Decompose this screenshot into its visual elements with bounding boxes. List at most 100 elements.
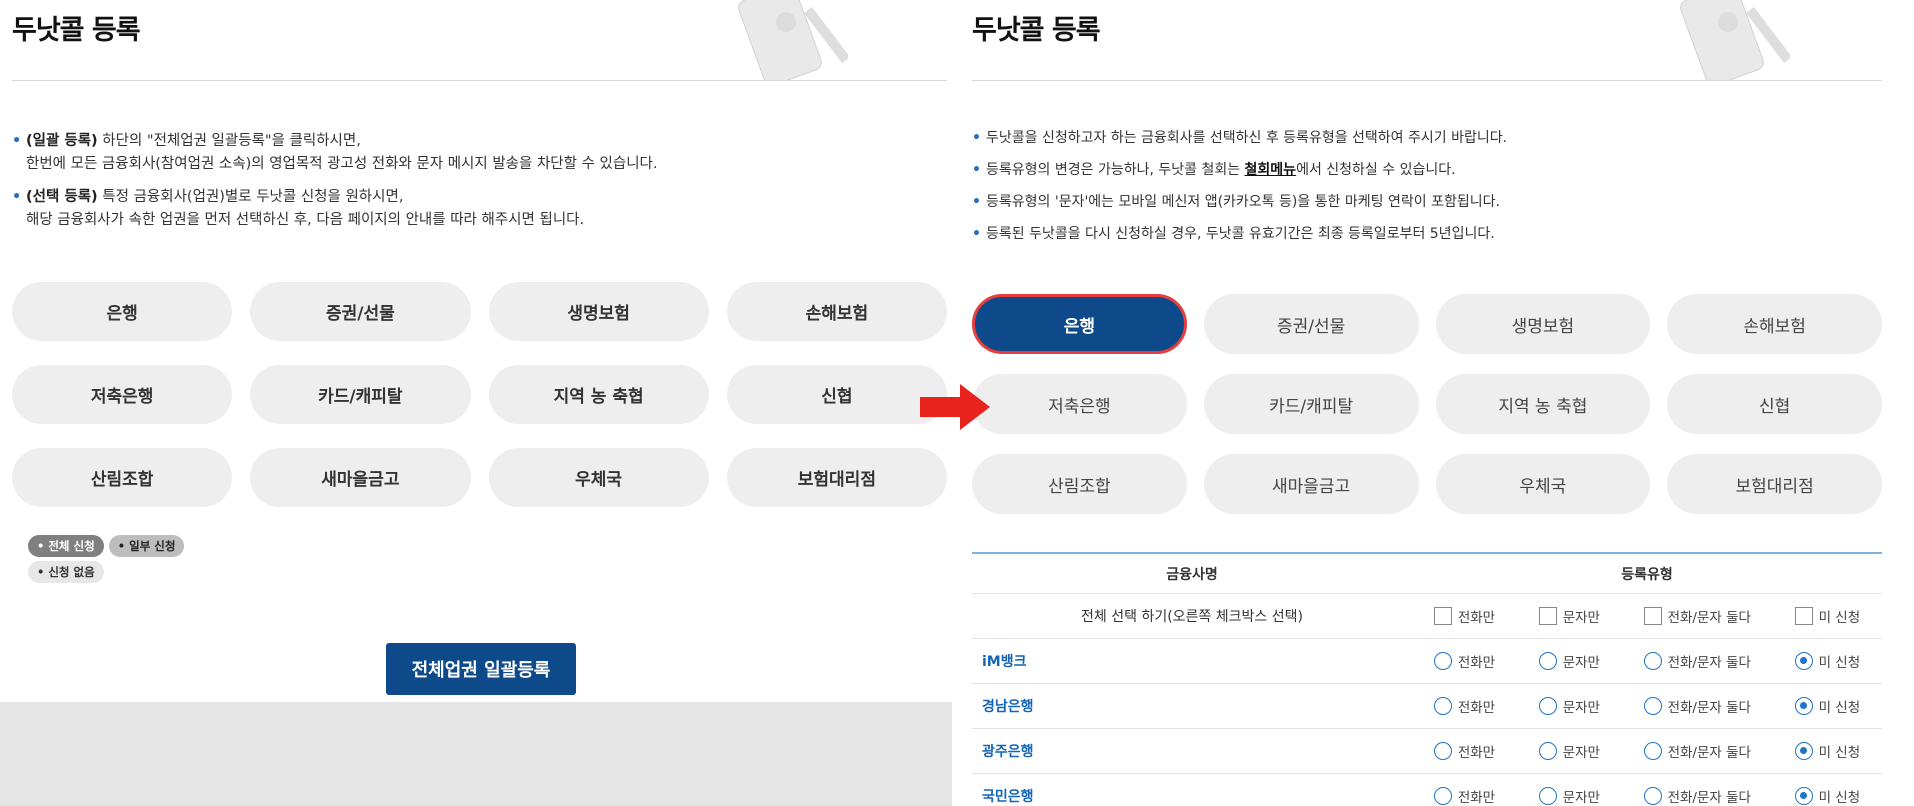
option-label: 미 신청	[1818, 790, 1861, 806]
phone-hand-illustration	[738, 0, 848, 80]
registration-type-radio[interactable]: 문자만	[1538, 786, 1600, 806]
select-all-row: 전체 선택 하기(오른쪽 체크박스 선택) 전화만 문자만 전화/문자 둘다 미…	[972, 594, 1882, 639]
category-button-card-capital[interactable]: 카드/캐피탈	[1203, 374, 1419, 434]
registration-type-radio[interactable]: 문자만	[1538, 741, 1600, 761]
registration-type-radio[interactable]: 문자만	[1538, 651, 1600, 671]
table-row: 광주은행 전화만 문자만 전화/문자 둘다 미 신청	[972, 729, 1882, 774]
bank-name-link[interactable]: 경남은행	[972, 696, 1412, 716]
instruction-text: 두낫콜을 신청하고자 하는 금융회사를 선택하신 후 등록유형을 선택하여 주시…	[986, 130, 1508, 146]
select-all-sms-checkbox[interactable]: 문자만	[1538, 606, 1600, 626]
category-button-savings-bank[interactable]: 저축은행	[12, 365, 233, 424]
table-row: 국민은행 전화만 문자만 전화/문자 둘다 미 신청	[972, 774, 1882, 806]
bank-name-link[interactable]: 국민은행	[972, 786, 1412, 806]
category-button-bank[interactable]: 은행	[12, 282, 233, 341]
page-title: 두낫콜 등록	[972, 15, 1101, 46]
instruction-text: 하단의 "전체업권 일괄등록"을 클릭하시면,	[97, 133, 361, 149]
radio-icon	[1433, 652, 1452, 670]
right-panel: 두낫콜 등록 두낫콜을 신청하고자 하는 금융회사를 선택하신 후 등록유형을 …	[970, 0, 1914, 806]
registration-type-radio[interactable]: 전화/문자 둘다	[1643, 741, 1751, 761]
checkbox-icon	[1794, 607, 1813, 625]
registration-type-radio[interactable]: 미 신청	[1794, 651, 1860, 671]
category-button-insurance-agency[interactable]: 보험대리점	[726, 448, 947, 507]
checkbox-icon	[1433, 607, 1452, 625]
legend-all-applied: • 전체 신청	[28, 535, 104, 557]
category-button-life-insurance[interactable]: 생명보험	[488, 282, 709, 341]
instruction-bold: (선택 등록)	[26, 189, 98, 205]
category-button-securities[interactable]: 증권/선물	[1203, 294, 1419, 354]
category-button-bank[interactable]: 은행	[972, 294, 1187, 354]
instruction-text: 특정 금융회사(업권)별로 두낫콜 신청을 원하시면,	[97, 189, 404, 205]
option-label: 전화만	[1457, 745, 1496, 761]
instruction-item: 등록유형의 변경은 가능하나, 두낫콜 철회는 철회메뉴에서 신청하실 수 있습…	[972, 160, 1507, 180]
category-button-securities[interactable]: 증권/선물	[250, 282, 471, 341]
bank-name-link[interactable]: iM뱅크	[972, 651, 1412, 671]
header-divider	[12, 80, 947, 81]
option-label: 전화/문자 둘다	[1667, 790, 1751, 806]
registration-type-radio[interactable]: 미 신청	[1794, 786, 1861, 806]
category-button-forestry[interactable]: 산림조합	[972, 454, 1187, 514]
registration-type-radio[interactable]: 전화/문자 둘다	[1643, 786, 1751, 806]
instruction-text: 등록유형의 변경은 가능하나, 두낫콜 철회는	[986, 162, 1245, 178]
category-button-credit-union[interactable]: 신협	[1667, 374, 1882, 434]
radio-icon	[1538, 652, 1557, 670]
radio-icon	[1538, 742, 1557, 760]
instruction-text: 등록된 두낫콜을 다시 신청하실 경우, 두낫콜 유효기간은 최종 등록일로부터…	[986, 226, 1495, 242]
arrow-right-icon	[920, 384, 990, 430]
category-button-card-capital[interactable]: 카드/캐피탈	[250, 365, 471, 424]
instruction-text: 등록유형의 '문자'에는 모바일 메신저 앱(카카오톡 등)을 통한 마케팅 연…	[986, 194, 1500, 210]
registration-type-radio[interactable]: 전화만	[1433, 696, 1495, 716]
withdraw-menu-link[interactable]: 철회메뉴	[1245, 162, 1297, 178]
category-button-nonghyup[interactable]: 지역 농 축협	[1435, 374, 1651, 434]
registration-type-radio[interactable]: 전화만	[1433, 651, 1496, 671]
bulk-register-button[interactable]: 전체업권 일괄등록	[386, 643, 576, 695]
registration-type-radio[interactable]: 미 신청	[1794, 741, 1861, 761]
instruction-subtext: 한번에 모든 금융회사(참여업권 소속)의 영업목적 광고성 전화와 문자 메시…	[26, 156, 658, 172]
option-label: 전화만	[1457, 655, 1496, 671]
radio-icon	[1643, 742, 1662, 760]
instruction-subtext: 해당 금융회사가 속한 업권을 먼저 선택하신 후, 다음 페이지의 안내를 따…	[26, 212, 585, 228]
category-button-non-life-insurance[interactable]: 손해보험	[1667, 294, 1882, 354]
registration-type-options: 전화만 문자만 전화/문자 둘다 미 신청	[1412, 741, 1882, 761]
category-button-insurance-agency[interactable]: 보험대리점	[1667, 454, 1882, 514]
registration-type-radio[interactable]: 미 신청	[1794, 696, 1860, 716]
category-button-post-office[interactable]: 우체국	[488, 448, 709, 507]
category-button-credit-union[interactable]: 신협	[726, 365, 947, 424]
select-all-options: 전화만 문자만 전화/문자 둘다 미 신청	[1412, 606, 1882, 626]
category-button-life-insurance[interactable]: 생명보험	[1435, 294, 1651, 354]
option-label: 문자만	[1562, 655, 1600, 671]
select-all-both-checkbox[interactable]: 전화/문자 둘다	[1643, 606, 1751, 626]
radio-icon	[1538, 787, 1557, 805]
instructions-list: 두낫콜을 신청하고자 하는 금융회사를 선택하신 후 등록유형을 선택하여 주시…	[972, 128, 1507, 256]
bank-name-link[interactable]: 광주은행	[972, 741, 1412, 761]
category-button-nonghyup[interactable]: 지역 농 축협	[488, 365, 709, 424]
option-label: 미 신청	[1818, 745, 1861, 761]
select-all-none-checkbox[interactable]: 미 신청	[1794, 606, 1860, 626]
category-button-saemaul[interactable]: 새마을금고	[1203, 454, 1419, 514]
registration-type-radio[interactable]: 전화만	[1433, 786, 1495, 806]
status-legend: • 전체 신청 • 일부 신청 • 신청 없음	[28, 535, 228, 587]
phone-hand-illustration	[1680, 0, 1790, 80]
category-button-forestry[interactable]: 산림조합	[12, 448, 233, 507]
instruction-item: 등록된 두낫콜을 다시 신청하실 경우, 두낫콜 유효기간은 최종 등록일로부터…	[972, 224, 1507, 244]
bank-rows: iM뱅크 전화만 문자만 전화/문자 둘다 미 신청 경남은행 전화만 문자만 전화/문자 둘다…	[972, 639, 1882, 806]
category-button-savings-bank[interactable]: 저축은행	[972, 374, 1187, 434]
option-label: 문자만	[1562, 745, 1600, 761]
checkbox-icon	[1538, 607, 1557, 625]
registration-type-radio[interactable]: 전화/문자 둘다	[1643, 696, 1751, 716]
registration-type-radio[interactable]: 전화/문자 둘다	[1643, 651, 1751, 671]
radio-icon	[1643, 697, 1662, 715]
select-all-phone-checkbox[interactable]: 전화만	[1433, 606, 1496, 626]
category-button-saemaul[interactable]: 새마을금고	[250, 448, 471, 507]
category-button-post-office[interactable]: 우체국	[1435, 454, 1651, 514]
registration-type-radio[interactable]: 전화만	[1433, 741, 1496, 761]
checkbox-icon	[1643, 607, 1662, 625]
left-panel: 두낫콜 등록 (일괄 등록) 하단의 "전체업권 일괄등록"을 클릭하시면, 한…	[0, 0, 952, 806]
category-button-non-life-insurance[interactable]: 손해보험	[726, 282, 947, 341]
option-label: 전화만	[1457, 610, 1496, 626]
category-grid: 은행 증권/선물 생명보험 손해보험 저축은행 카드/캐피탈 지역 농 축협 신…	[972, 294, 1882, 514]
option-label: 전화/문자 둘다	[1667, 700, 1751, 716]
instruction-item: 두낫콜을 신청하고자 하는 금융회사를 선택하신 후 등록유형을 선택하여 주시…	[972, 128, 1507, 148]
registration-type-radio[interactable]: 문자만	[1538, 696, 1600, 716]
header-divider	[972, 80, 1882, 81]
radio-icon	[1433, 697, 1452, 715]
